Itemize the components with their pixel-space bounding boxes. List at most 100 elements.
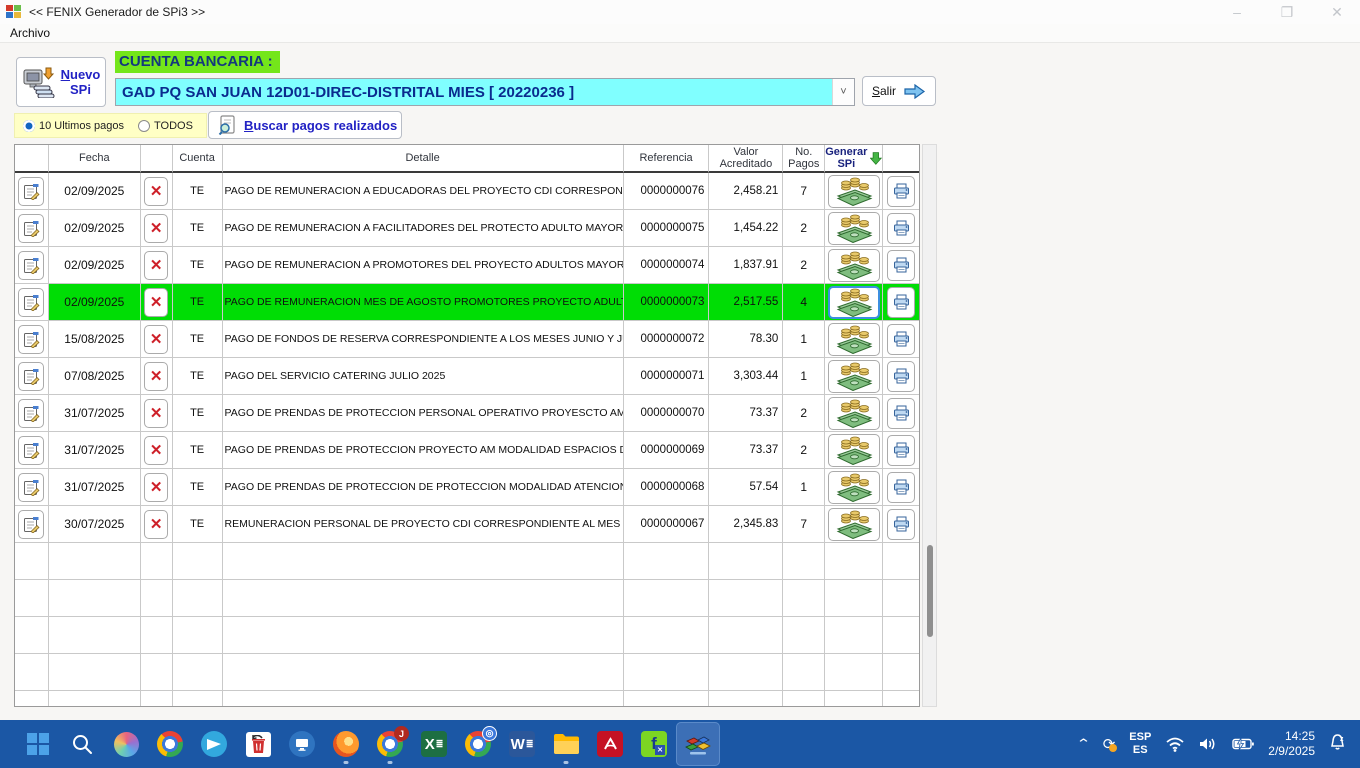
print-payment-button[interactable]	[887, 509, 915, 540]
cuenta-bancaria-combobox[interactable]: GAD PQ SAN JUAN 12D01-DIREC-DISTRITAL MI…	[115, 78, 855, 106]
taskbar-fenix-launcher[interactable]: f ✕	[632, 722, 676, 766]
print-payment-button[interactable]	[887, 324, 915, 355]
language-indicator[interactable]: ESP ES	[1129, 731, 1151, 757]
minimize-button[interactable]: –	[1226, 4, 1248, 20]
buscar-pagos-button[interactable]: Buscar pagos realizados	[208, 111, 402, 139]
tray-chevron-up-icon[interactable]: ⌃	[1076, 736, 1091, 752]
edit-form-icon	[23, 516, 40, 533]
table-row[interactable]: 31/07/2025 ✕ TE PAGO DE PRENDAS DE PROTE…	[15, 469, 919, 506]
salir-button[interactable]: Salir	[862, 76, 936, 106]
table-row[interactable]: 02/09/2025 ✕ TE PAGO DE REMUNERACION A F…	[15, 210, 919, 247]
print-payment-button[interactable]	[887, 472, 915, 503]
edit-payment-button[interactable]	[18, 362, 44, 391]
printer-icon	[893, 183, 910, 199]
delete-payment-button[interactable]: ✕	[144, 325, 168, 354]
generar-spi-button[interactable]	[828, 471, 880, 504]
payment-detail: PAGO DE FONDOS DE RESERVA CORRESPONDIENT…	[223, 333, 624, 345]
taskbar-excel[interactable]: X≣	[412, 722, 456, 766]
table-row[interactable]: 15/08/2025 ✕ TE PAGO DE FONDOS DE RESERV…	[15, 321, 919, 358]
radio-todos[interactable]: TODOS	[138, 120, 193, 132]
generar-spi-button[interactable]	[828, 360, 880, 393]
green-down-arrow-icon	[870, 150, 882, 167]
table-row[interactable]: 30/07/2025 ✕ TE REMUNERACION PERSONAL DE…	[15, 506, 919, 543]
print-payment-button[interactable]	[887, 213, 915, 244]
delete-payment-button[interactable]: ✕	[144, 288, 168, 317]
scrollbar-thumb[interactable]	[927, 545, 933, 637]
payment-date: 31/07/2025	[64, 406, 124, 420]
generar-spi-button[interactable]	[828, 212, 880, 245]
taskbar-acrobat[interactable]	[588, 722, 632, 766]
speaker-icon[interactable]	[1199, 736, 1218, 752]
close-button[interactable]: ✕	[1326, 4, 1348, 21]
battery-icon[interactable]	[1232, 737, 1254, 751]
table-row[interactable]: 02/09/2025 ✕ TE PAGO DE REMUNERACION A P…	[15, 247, 919, 284]
payment-reference: 0000000071	[624, 370, 709, 382]
edit-payment-button[interactable]	[18, 214, 44, 243]
table-vertical-scrollbar[interactable]	[922, 144, 937, 707]
payment-amount: 2,517.55	[709, 296, 782, 308]
taskbar-file-explorer[interactable]	[544, 722, 588, 766]
generar-spi-button[interactable]	[828, 434, 880, 467]
edit-payment-button[interactable]	[18, 399, 44, 428]
print-payment-button[interactable]	[887, 361, 915, 392]
tray-sync-icon[interactable]: ⟳	[1103, 735, 1116, 753]
generar-spi-button[interactable]	[828, 286, 880, 319]
delete-payment-button[interactable]: ✕	[144, 362, 168, 391]
firefox-icon	[333, 731, 359, 757]
print-payment-button[interactable]	[887, 287, 915, 318]
start-button[interactable]	[16, 722, 60, 766]
edit-payment-button[interactable]	[18, 325, 44, 354]
nuevo-spi-button[interactable]: Nuevo SPi	[16, 57, 106, 107]
taskbar-recycle-app[interactable]	[236, 722, 280, 766]
delete-payment-button[interactable]: ✕	[144, 177, 168, 206]
delete-payment-button[interactable]: ✕	[144, 251, 168, 280]
edit-payment-button[interactable]	[18, 177, 44, 206]
edit-payment-button[interactable]	[18, 288, 44, 317]
payment-reference: 0000000073	[624, 296, 709, 308]
notification-bell-icon[interactable]: z	[1329, 733, 1346, 756]
print-payment-button[interactable]	[887, 435, 915, 466]
table-header-row: Fecha Cuenta Detalle Referencia ValorAcr…	[15, 145, 919, 173]
recycle-bin-icon	[246, 732, 271, 757]
delete-payment-button[interactable]: ✕	[144, 214, 168, 243]
radio-10-ultimos-pagos[interactable]: 10 Ultimos pagos	[23, 120, 124, 132]
edit-payment-button[interactable]	[18, 251, 44, 280]
edit-payment-button[interactable]	[18, 473, 44, 502]
table-row[interactable]: 31/07/2025 ✕ TE PAGO DE PRENDAS DE PROTE…	[15, 395, 919, 432]
payment-account-type: TE	[190, 370, 204, 382]
generar-spi-button[interactable]	[828, 249, 880, 282]
edit-payment-button[interactable]	[18, 436, 44, 465]
taskbar-firefox[interactable]	[324, 722, 368, 766]
menu-archivo[interactable]: Archivo	[10, 26, 50, 40]
delete-payment-button[interactable]: ✕	[144, 399, 168, 428]
taskbar-chrome[interactable]	[148, 722, 192, 766]
delete-payment-button[interactable]: ✕	[144, 473, 168, 502]
tray-clock[interactable]: 14:25 2/9/2025	[1268, 729, 1315, 759]
taskbar-telegram[interactable]	[192, 722, 236, 766]
taskbar-copilot[interactable]	[104, 722, 148, 766]
wifi-icon[interactable]	[1165, 736, 1185, 752]
print-payment-button[interactable]	[887, 398, 915, 429]
delete-payment-button[interactable]: ✕	[144, 436, 168, 465]
edit-payment-button[interactable]	[18, 510, 44, 539]
taskbar-remote-desktop[interactable]	[280, 722, 324, 766]
maximize-button[interactable]: ❐	[1276, 4, 1298, 21]
print-payment-button[interactable]	[887, 176, 915, 207]
generar-spi-button[interactable]	[828, 397, 880, 430]
delete-payment-button[interactable]: ✕	[144, 510, 168, 539]
generar-spi-button[interactable]	[828, 323, 880, 356]
chevron-down-icon[interactable]: ˅	[832, 79, 854, 105]
table-row[interactable]: 02/09/2025 ✕ TE PAGO DE REMUNERACION MES…	[15, 284, 919, 321]
table-row[interactable]: 31/07/2025 ✕ TE PAGO DE PRENDAS DE PROTE…	[15, 432, 919, 469]
taskbar-word[interactable]: W≣	[500, 722, 544, 766]
generar-spi-button[interactable]	[828, 175, 880, 208]
generar-spi-button[interactable]	[828, 508, 880, 541]
taskbar-chrome-pwa[interactable]: ◎	[456, 722, 500, 766]
taskbar-chrome-profile[interactable]: J	[368, 722, 412, 766]
print-payment-button[interactable]	[887, 250, 915, 281]
taskbar-fenix-spi3-active[interactable]	[676, 722, 720, 766]
table-row[interactable]: 07/08/2025 ✕ TE PAGO DEL SERVICIO CATERI…	[15, 358, 919, 395]
table-row[interactable]: 02/09/2025 ✕ TE PAGO DE REMUNERACION A E…	[15, 173, 919, 210]
taskbar-search[interactable]	[60, 722, 104, 766]
payment-date: 07/08/2025	[64, 369, 124, 383]
